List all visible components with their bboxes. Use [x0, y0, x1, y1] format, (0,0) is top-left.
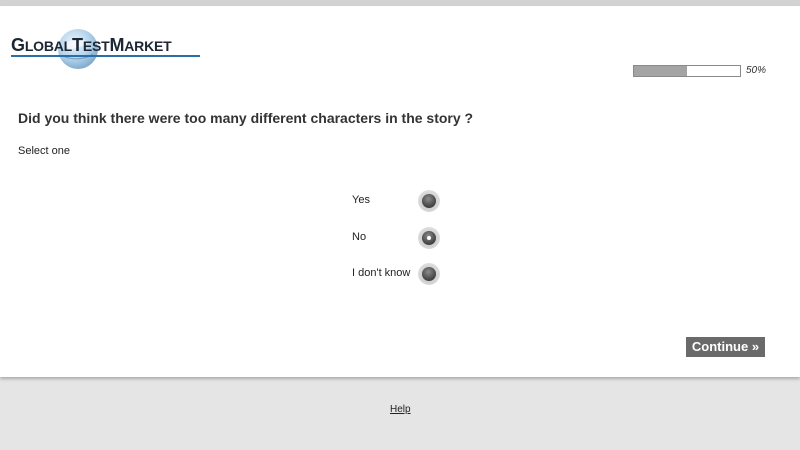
- progress-bar: [633, 65, 741, 77]
- logo-underline: [11, 55, 200, 57]
- option-label: No: [352, 231, 367, 243]
- help-link[interactable]: Help: [390, 404, 411, 415]
- radio-button[interactable]: [418, 227, 440, 249]
- option-label: I don't know: [352, 267, 411, 279]
- radio-button[interactable]: [418, 263, 440, 285]
- globaltestmarket-logo: GLOBALTESTMARKET: [11, 26, 211, 72]
- option-yes[interactable]: Yes: [352, 187, 447, 215]
- continue-button[interactable]: Continue »: [686, 337, 765, 357]
- survey-card: GLOBALTESTMARKET 50% Did you think there…: [0, 6, 800, 377]
- option-no[interactable]: No: [352, 224, 447, 252]
- progress-label: 50%: [746, 65, 767, 76]
- question-text: Did you think there were too many differ…: [18, 110, 474, 126]
- progress-fill: [634, 66, 687, 76]
- logo-wordmark: GLOBALTESTMARKET: [11, 35, 172, 55]
- option-dont-know[interactable]: I don't know: [352, 260, 447, 288]
- question-instruction: Select one: [18, 145, 70, 157]
- option-label: Yes: [352, 194, 370, 206]
- radio-button[interactable]: [418, 190, 440, 212]
